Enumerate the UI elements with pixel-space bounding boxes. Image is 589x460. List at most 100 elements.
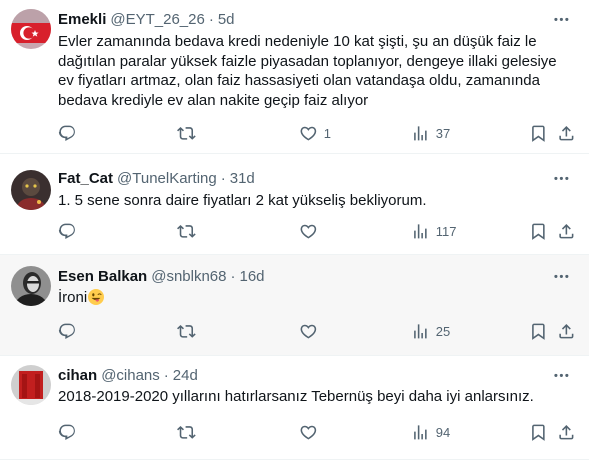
display-name[interactable]: cihan <box>58 367 97 384</box>
bookmark-button[interactable] <box>529 321 548 341</box>
bookmark-icon <box>529 124 548 143</box>
retweet-button[interactable] <box>177 221 196 241</box>
retweet-icon <box>177 222 196 241</box>
views-icon <box>411 322 430 341</box>
share-icon <box>557 423 576 442</box>
share-icon <box>557 322 576 341</box>
reply-icon <box>58 124 77 143</box>
tweet[interactable]: Esen Balkan @snblkn68 · 16d İroni 25 <box>0 255 589 356</box>
like-icon <box>299 322 318 341</box>
display-name[interactable]: Emekli <box>58 11 106 28</box>
like-count: 1 <box>323 125 331 141</box>
user-handle[interactable]: @EYT_26_26 <box>110 11 204 28</box>
tweet-text-line: 1. 5 sene sonra daire fiyatları 2 kat yü… <box>58 192 427 209</box>
views-button[interactable]: 37 <box>411 123 450 143</box>
views-icon <box>411 222 430 241</box>
views-button[interactable]: 117 <box>411 221 456 241</box>
retweet-icon <box>177 124 196 143</box>
reply-icon <box>58 322 77 341</box>
winking-face-tongue-emoji <box>88 289 105 305</box>
reply-button[interactable] <box>58 321 77 341</box>
separator-dot: · <box>208 10 214 28</box>
retweet-icon <box>177 322 196 341</box>
action-bar: 94 <box>58 422 588 442</box>
like-icon <box>299 423 318 442</box>
more-options-button[interactable] <box>551 266 571 286</box>
share-button[interactable] <box>557 221 576 241</box>
share-icon <box>557 124 576 143</box>
share-button[interactable] <box>557 321 576 341</box>
timestamp[interactable]: 16d <box>240 268 265 285</box>
timestamp[interactable]: 5d <box>218 11 235 28</box>
more-options-button[interactable] <box>551 365 571 385</box>
retweet-button[interactable] <box>177 123 196 143</box>
more-options-button[interactable] <box>551 9 571 29</box>
views-button[interactable]: 94 <box>411 422 450 442</box>
display-name[interactable]: Esen Balkan <box>58 268 147 285</box>
bookmark-icon <box>529 322 548 341</box>
retweet-button[interactable] <box>177 422 196 442</box>
tweet-text-line: Evler zamanında bedava kredi nedeniyle 1… <box>58 33 537 50</box>
bookmark-icon <box>529 222 548 241</box>
bookmark-button[interactable] <box>529 221 548 241</box>
bookmark-button[interactable] <box>529 123 548 143</box>
tweet-text: İroni <box>58 288 578 308</box>
tweet[interactable]: cihan @cihans · 24d 2018-2019-2020 yıllarını… <box>0 356 589 460</box>
tweet-text: Evler zamanında bedava kredi nedeniyle 1… <box>58 32 578 110</box>
tweet-text: 1. 5 sene sonra daire fiyatları 2 kat yü… <box>58 191 578 211</box>
user-handle[interactable]: @snblkn68 <box>151 268 226 285</box>
like-button[interactable] <box>299 422 324 442</box>
tweet-text: 2018-2019-2020 yıllarını hatırlarsanız T… <box>58 387 578 407</box>
share-icon <box>557 222 576 241</box>
views-button[interactable]: 25 <box>411 321 450 341</box>
avatar[interactable] <box>11 365 51 405</box>
tweet-text-line: 2018-2019-2020 yıllarını hatırlarsanız T… <box>58 388 534 405</box>
action-bar: 1 37 <box>58 123 588 143</box>
bookmark-icon <box>529 423 548 442</box>
more-icon <box>552 10 571 29</box>
more-icon <box>552 267 571 286</box>
more-icon <box>552 169 571 188</box>
avatar[interactable] <box>11 266 51 306</box>
like-button[interactable] <box>299 221 324 241</box>
avatar[interactable] <box>11 9 51 49</box>
separator-dot: · <box>230 267 236 285</box>
like-icon <box>299 222 318 241</box>
tweet[interactable]: Emekli @EYT_26_26 · 5d Evler zamanında bedav… <box>0 0 589 154</box>
views-icon <box>411 423 430 442</box>
timestamp[interactable]: 24d <box>173 367 198 384</box>
like-button[interactable]: 1 <box>299 123 331 143</box>
tweet-text-line: ev fiyatları artmaz, olan faiz hassasiye… <box>58 72 540 89</box>
like-button[interactable] <box>299 321 324 341</box>
bookmark-button[interactable] <box>529 422 548 442</box>
timestamp[interactable]: 31d <box>230 170 255 187</box>
reply-button[interactable] <box>58 422 77 442</box>
like-icon <box>299 124 318 143</box>
retweet-button[interactable] <box>177 321 196 341</box>
view-count: 25 <box>435 323 451 339</box>
tweet[interactable]: Fat_Cat @TunelKarting · 31d 1. 5 sene sonra … <box>0 154 589 255</box>
tweet-text-line: dağıtılan paralar yüksek faizle piyasada… <box>58 52 557 70</box>
view-count: 117 <box>435 223 457 239</box>
more-options-button[interactable] <box>551 168 571 188</box>
reply-icon <box>58 222 77 241</box>
tweet-text-line: bedava krediyle ev alan nakite geçip fai… <box>58 91 369 109</box>
action-bar: 117 <box>58 221 588 241</box>
more-icon <box>552 366 571 385</box>
view-count: 94 <box>435 424 451 440</box>
share-button[interactable] <box>557 422 576 442</box>
user-handle[interactable]: @cihans <box>101 367 160 384</box>
avatar[interactable] <box>11 170 51 210</box>
separator-dot: · <box>220 169 226 187</box>
reply-button[interactable] <box>58 221 77 241</box>
reply-icon <box>58 423 77 442</box>
retweet-icon <box>177 423 196 442</box>
views-icon <box>411 124 430 143</box>
share-button[interactable] <box>557 123 576 143</box>
view-count: 37 <box>435 125 451 141</box>
display-name[interactable]: Fat_Cat <box>58 170 113 187</box>
separator-dot: · <box>163 366 169 384</box>
reply-button[interactable] <box>58 123 77 143</box>
tweet-text-line: İroni <box>58 289 88 306</box>
user-handle[interactable]: @TunelKarting <box>117 170 217 187</box>
